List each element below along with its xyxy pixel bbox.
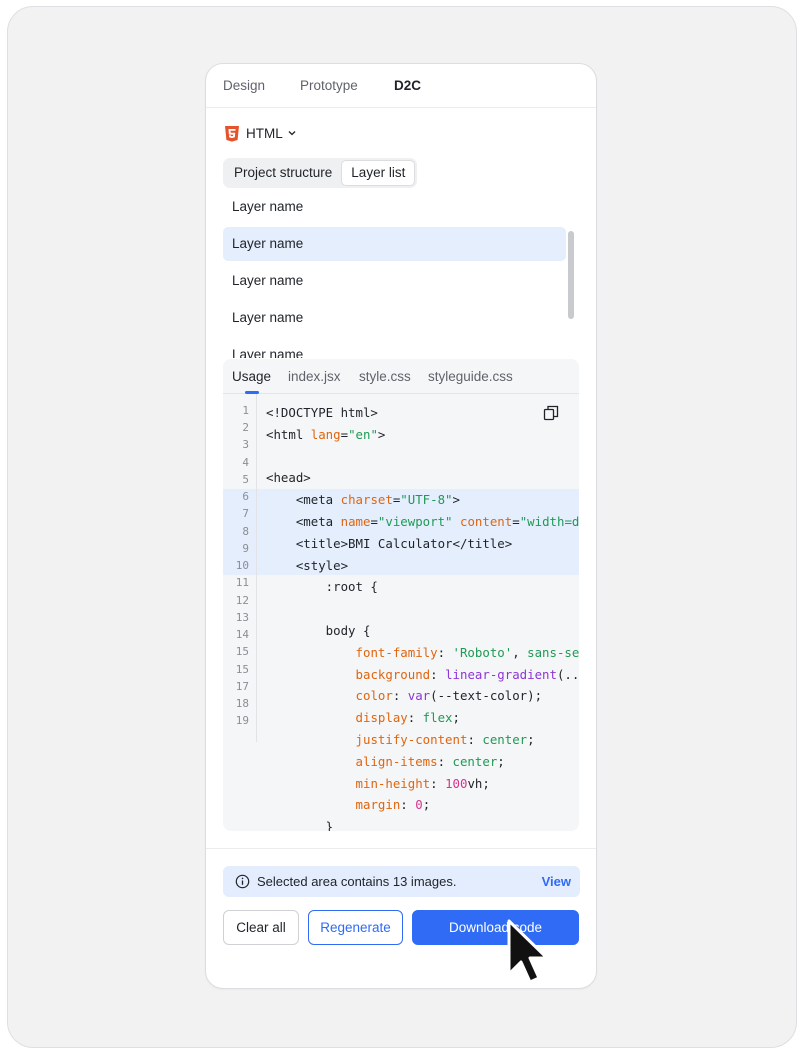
line-number: 8 — [242, 525, 249, 538]
line-number: 4 — [242, 456, 249, 469]
toggle-layer-list[interactable]: Layer list — [341, 160, 416, 186]
layer-list-scrollbar[interactable] — [568, 231, 574, 319]
layer-item[interactable]: Layer name — [223, 190, 566, 224]
line-number: 11 — [235, 576, 249, 589]
code-tab-usage[interactable]: Usage — [232, 369, 271, 384]
code-line: :root { — [266, 579, 378, 595]
chevron-down-icon — [288, 131, 296, 136]
code-tab-index-jsx[interactable]: index.jsx — [288, 369, 341, 384]
code-tab-styleguide-css[interactable]: styleguide.css — [428, 369, 513, 384]
code-line: <title>BMI Calculator</title> — [266, 535, 513, 551]
code-line: <!DOCTYPE html> — [266, 405, 378, 420]
layer-item[interactable]: Layer name — [223, 301, 566, 335]
download-code-button[interactable]: Download code — [412, 910, 579, 945]
code-line: font-family: 'Roboto', sans-serif; — [355, 644, 579, 660]
line-number: 19 — [235, 714, 249, 727]
tab-d2c[interactable]: D2C — [394, 78, 421, 93]
view-toggle: Project structure Layer list — [223, 158, 418, 188]
layer-item[interactable]: Layer name — [223, 264, 566, 298]
code-viewer: Usage index.jsx style.css styleguide.css… — [223, 359, 579, 831]
code-line: margin: 0; — [355, 797, 431, 813]
line-number: 6 — [242, 490, 249, 503]
line-number: 14 — [235, 628, 249, 641]
line-number: 2 — [242, 421, 249, 434]
layer-list: Layer name Layer name Layer name Layer n… — [223, 190, 589, 358]
layer-item[interactable]: Layer name — [223, 338, 566, 358]
code-line: justify-content: center; — [355, 732, 535, 747]
line-number: 15 — [235, 663, 249, 676]
line-number: 10 — [235, 559, 249, 572]
code-line: <html lang="en"> — [266, 426, 386, 442]
tab-design[interactable]: Design — [223, 78, 265, 93]
notice-text: Selected area contains 13 images. — [257, 874, 457, 889]
layer-item-selected[interactable]: Layer name — [223, 227, 566, 261]
line-number: 18 — [235, 697, 249, 710]
images-notice: Selected area contains 13 images. View — [223, 866, 580, 897]
code-tab-style-css[interactable]: style.css — [359, 369, 411, 384]
language-label: HTML — [246, 125, 283, 141]
top-tab-bar: Design Prototype D2C — [206, 64, 596, 108]
line-number: 7 — [242, 507, 249, 520]
code-line: <style> — [266, 557, 349, 573]
line-number-gutter: 1 2 3 4 5 6 7 8 9 10 11 12 13 14 15 15 1… — [223, 394, 257, 742]
code-line: display: flex; — [355, 710, 460, 726]
d2c-panel: Design Prototype D2C HTML Project struct… — [205, 63, 597, 989]
code-line: body { — [266, 623, 371, 638]
line-number: 13 — [235, 611, 249, 624]
line-number: 3 — [242, 438, 249, 451]
line-number: 9 — [242, 542, 249, 555]
code-line: } — [266, 819, 334, 831]
language-selector[interactable]: HTML — [224, 123, 297, 143]
toggle-project-structure[interactable]: Project structure — [225, 160, 341, 186]
code-line: align-items: center; — [355, 753, 505, 769]
html5-icon — [225, 125, 239, 142]
view-link[interactable]: View — [542, 874, 571, 889]
code-line: background: linear-gradient(...) — [355, 666, 579, 682]
code-line: <meta name="viewport" content="width=dev… — [266, 514, 579, 529]
clear-all-button[interactable]: Clear all — [223, 910, 299, 945]
code-line: color: var(--text-color); — [355, 688, 543, 704]
code-line: min-height: 100vh; — [355, 775, 490, 791]
line-number: 1 — [242, 404, 249, 417]
code-line: <head> — [266, 470, 311, 486]
divider — [206, 848, 596, 849]
code-line: <meta charset="UTF-8"> — [266, 492, 460, 508]
tab-prototype[interactable]: Prototype — [300, 78, 358, 93]
mouse-pointer-icon — [507, 919, 549, 984]
regenerate-button[interactable]: Regenerate — [308, 910, 403, 945]
code-tab-bar: Usage index.jsx style.css styleguide.css — [223, 359, 579, 394]
line-number: 17 — [235, 680, 249, 693]
line-number: 12 — [235, 594, 249, 607]
line-number: 5 — [242, 473, 249, 486]
line-number: 15 — [235, 645, 249, 658]
info-icon — [235, 874, 250, 889]
copy-icon[interactable] — [542, 404, 560, 422]
